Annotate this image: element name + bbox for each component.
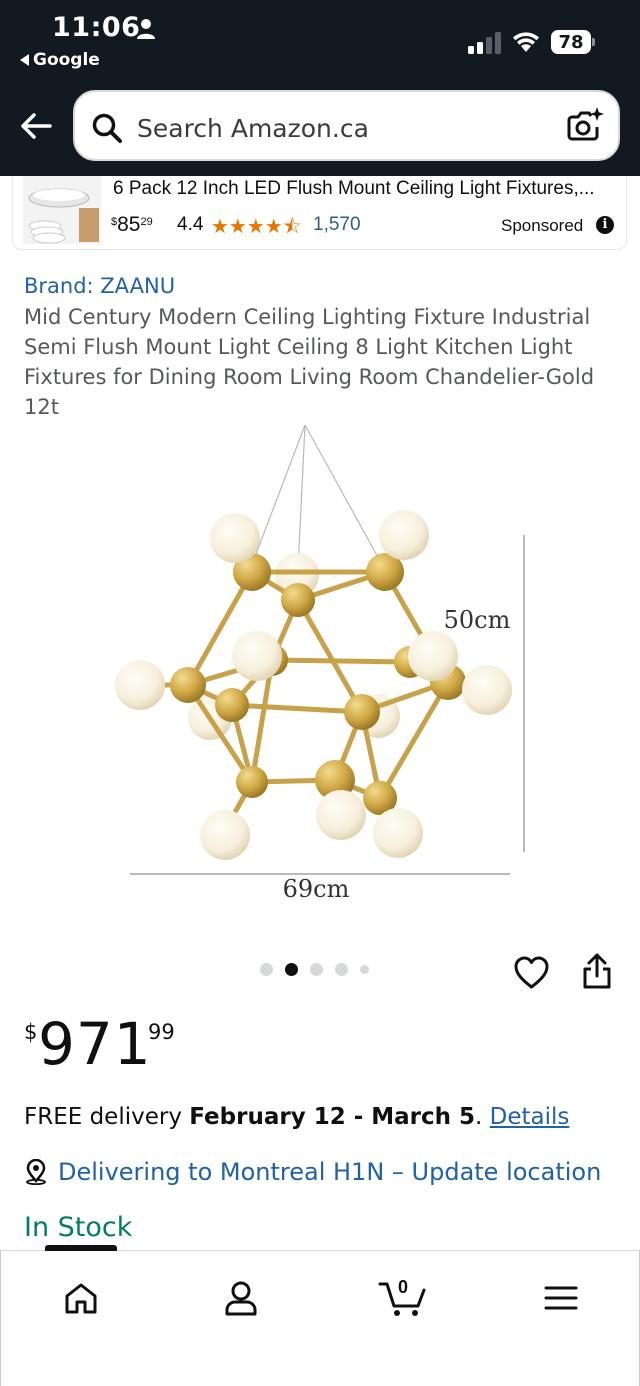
product-image[interactable]: 50cm 69cm xyxy=(100,420,540,910)
ad-price: $8529 xyxy=(111,213,153,237)
location-link[interactable]: Delivering to Montreal H1N – Update loca… xyxy=(58,1158,601,1186)
carousel-dot[interactable] xyxy=(310,963,323,976)
delivery-prefix: FREE delivery xyxy=(24,1104,190,1130)
top-bar: 11:06 Google 78 Search Amazon.ca xyxy=(0,0,640,176)
delivery-suffix: . xyxy=(475,1104,490,1130)
nav-home[interactable] xyxy=(51,1273,111,1323)
delivery-dates: February 12 - March 5 xyxy=(189,1104,476,1130)
camera-search-icon[interactable] xyxy=(565,105,605,145)
stock-status: In Stock xyxy=(24,1212,133,1243)
back-to-google[interactable]: Google xyxy=(20,50,100,70)
product-title: Mid Century Modern Ceiling Lighting Fixt… xyxy=(24,305,595,419)
image-carousel-indicator[interactable] xyxy=(260,963,369,976)
share-icon[interactable] xyxy=(581,952,613,990)
ad-product-thumbnail xyxy=(23,176,101,244)
back-triangle-icon xyxy=(20,54,29,66)
cart-count: 0 xyxy=(397,1277,408,1297)
status-time: 11:06 xyxy=(52,12,141,43)
ad-title[interactable]: 6 Pack 12 Inch LED Flush Mount Ceiling L… xyxy=(113,178,618,200)
bottom-navigation: 0 xyxy=(0,1245,640,1386)
location-pin-icon xyxy=(26,1159,46,1185)
sponsored-ad[interactable]: 6 Pack 12 Inch LED Flush Mount Ceiling L… xyxy=(12,176,627,250)
ad-star-rating-icon: ★★★★⯪ xyxy=(211,216,302,238)
heart-icon[interactable] xyxy=(513,955,550,991)
active-tab-indicator xyxy=(45,1245,117,1251)
carousel-dot-active[interactable] xyxy=(285,963,298,976)
search-icon xyxy=(92,113,122,143)
cellular-signal-icon xyxy=(468,32,501,54)
battery-indicator: 78 xyxy=(551,30,595,54)
nav-menu[interactable] xyxy=(531,1273,591,1323)
delivery-location[interactable]: Delivering to Montreal H1N – Update loca… xyxy=(24,1158,601,1186)
ad-price-symbol: $ xyxy=(111,216,118,228)
search-bar[interactable]: Search Amazon.ca xyxy=(73,90,620,161)
delivery-info: FREE delivery February 12 - March 5. Det… xyxy=(24,1104,569,1130)
search-input[interactable]: Search Amazon.ca xyxy=(137,114,369,143)
back-app-label: Google xyxy=(33,50,100,70)
ad-rating: 4.4 xyxy=(177,214,204,235)
home-icon xyxy=(65,1283,97,1314)
back-arrow-icon[interactable] xyxy=(18,108,54,144)
nav-cart[interactable]: 0 xyxy=(373,1273,433,1323)
person-icon xyxy=(137,19,155,39)
wifi-icon xyxy=(513,32,539,52)
nav-account[interactable] xyxy=(211,1273,271,1323)
battery-level: 78 xyxy=(551,30,591,54)
ad-price-whole: 85 xyxy=(117,213,141,236)
battery-tip xyxy=(592,38,595,46)
price-whole: 971 xyxy=(38,1010,152,1078)
carousel-dot[interactable] xyxy=(360,965,369,974)
account-icon xyxy=(225,1281,257,1316)
height-dimension-label: 50cm xyxy=(444,606,511,634)
carousel-dot[interactable] xyxy=(335,963,348,976)
menu-icon xyxy=(544,1286,578,1310)
delivery-details-link[interactable]: Details xyxy=(490,1104,570,1130)
price-fraction: 99 xyxy=(148,1020,175,1044)
price-symbol: $ xyxy=(24,1020,38,1044)
ad-price-fraction: 29 xyxy=(140,216,153,228)
width-dimension-label: 69cm xyxy=(283,875,350,903)
brand-link[interactable]: Brand: ZAANU xyxy=(24,274,175,298)
info-icon[interactable]: i xyxy=(596,216,614,234)
ad-review-count[interactable]: 1,570 xyxy=(313,214,361,236)
sponsored-label: Sponsored xyxy=(501,216,584,235)
carousel-dot[interactable] xyxy=(260,963,273,976)
